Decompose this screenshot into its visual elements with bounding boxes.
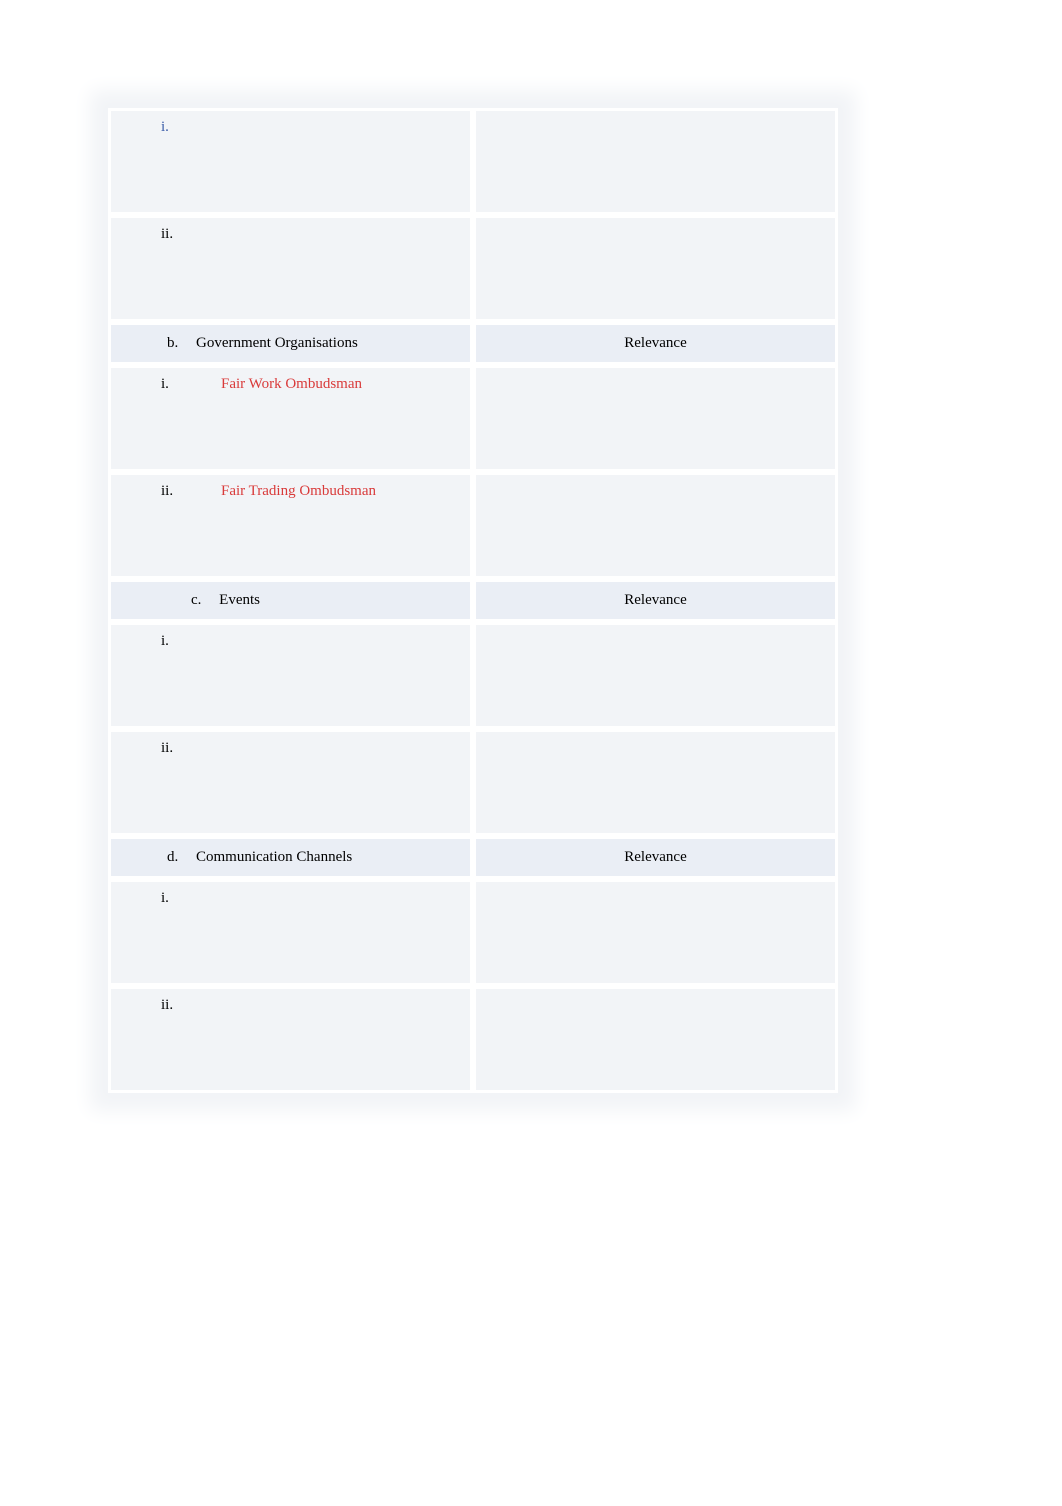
section-header-row: c. Events Relevance <box>108 579 838 622</box>
outline-table: i. ii. b. <box>108 108 838 1093</box>
relevance-cell <box>473 986 838 1093</box>
roman-numeral: ii. <box>161 226 183 243</box>
section-letter: b. <box>167 335 178 352</box>
section-letter: c. <box>191 592 201 609</box>
item-cell: ii. Fair Trading Ombudsman <box>108 472 473 579</box>
table-row: ii. <box>108 215 838 322</box>
table-row: ii. <box>108 729 838 836</box>
item-cell: i. <box>108 879 473 986</box>
relevance-cell <box>473 472 838 579</box>
roman-numeral: ii. <box>161 997 183 1014</box>
section-title: Communication Channels <box>196 849 352 865</box>
relevance-cell <box>473 215 838 322</box>
relevance-cell <box>473 108 838 215</box>
item-cell: ii. <box>108 986 473 1093</box>
relevance-cell <box>473 729 838 836</box>
relevance-cell <box>473 622 838 729</box>
section-letter: d. <box>167 849 178 866</box>
roman-numeral: i. <box>161 119 183 136</box>
item-text: Fair Work Ombudsman <box>221 376 362 393</box>
relevance-header-cell: Relevance <box>473 836 838 879</box>
item-cell: i. <box>108 108 473 215</box>
section-title: Government Organisations <box>196 335 358 351</box>
relevance-cell <box>473 365 838 472</box>
relevance-header-cell: Relevance <box>473 579 838 622</box>
roman-numeral: i. <box>161 890 183 907</box>
table-row: i. Fair Work Ombudsman <box>108 365 838 472</box>
roman-numeral: i. <box>161 376 183 393</box>
item-cell: ii. <box>108 215 473 322</box>
roman-numeral: ii. <box>161 740 183 757</box>
roman-numeral: i. <box>161 633 183 650</box>
document-table: i. ii. b. <box>108 108 838 1093</box>
section-title: Events <box>219 592 260 608</box>
roman-numeral: ii. <box>161 483 183 500</box>
item-cell: ii. <box>108 729 473 836</box>
section-title-cell: c. Events <box>108 579 473 622</box>
relevance-cell <box>473 879 838 986</box>
table-row: i. <box>108 622 838 729</box>
section-title-cell: d. Communication Channels <box>108 836 473 879</box>
section-header-row: b. Government Organisations Relevance <box>108 322 838 365</box>
table-row: ii. <box>108 986 838 1093</box>
item-text: Fair Trading Ombudsman <box>221 483 376 500</box>
table-row: i. <box>108 879 838 986</box>
item-cell: i. Fair Work Ombudsman <box>108 365 473 472</box>
table-row: ii. Fair Trading Ombudsman <box>108 472 838 579</box>
table-row: i. <box>108 108 838 215</box>
item-cell: i. <box>108 622 473 729</box>
section-header-row: d. Communication Channels Relevance <box>108 836 838 879</box>
relevance-header-cell: Relevance <box>473 322 838 365</box>
section-title-cell: b. Government Organisations <box>108 322 473 365</box>
